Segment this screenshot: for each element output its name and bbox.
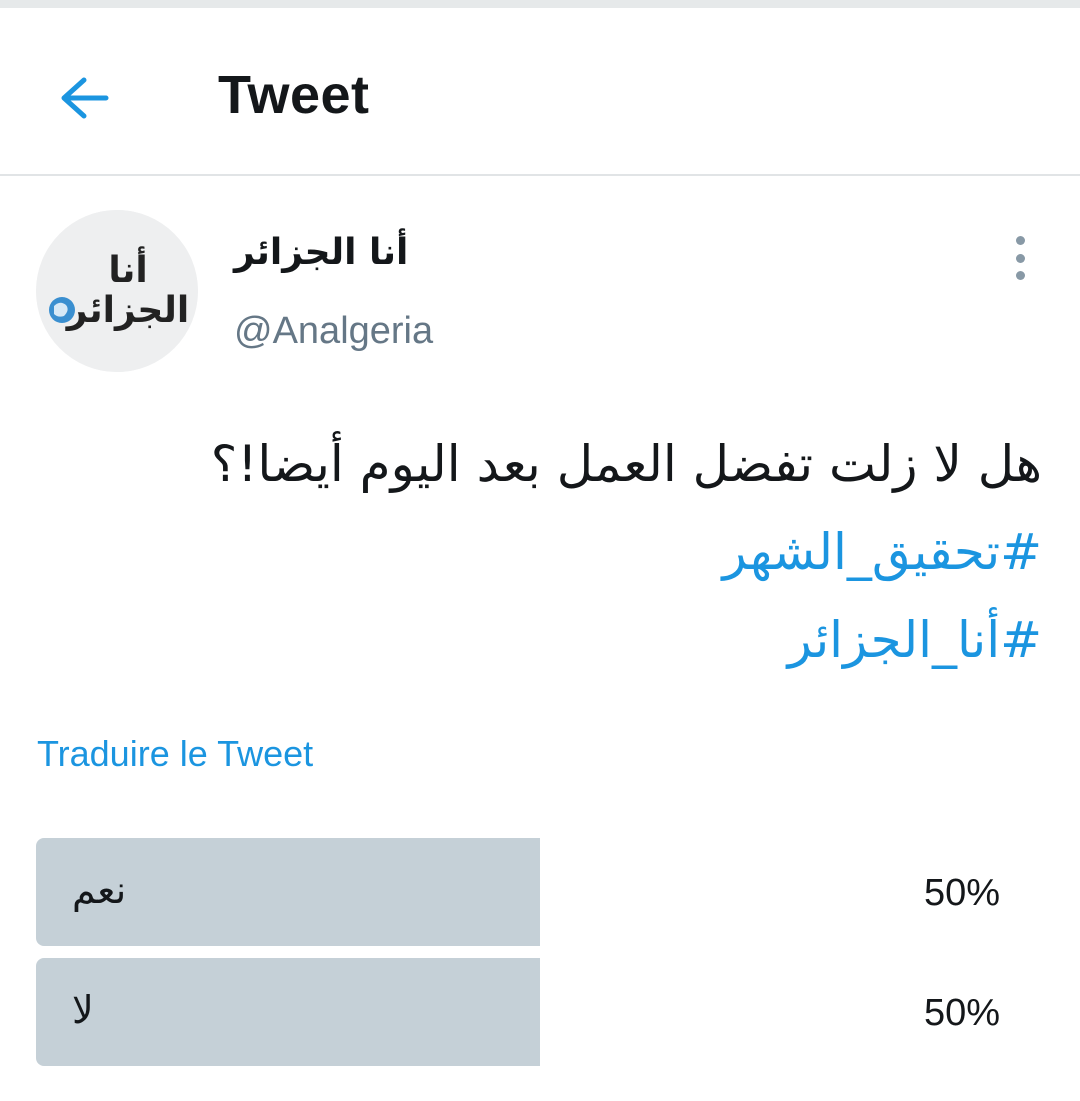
poll-result-bar	[36, 958, 540, 1066]
author-handle[interactable]: @Analgeria	[234, 310, 433, 353]
author-name[interactable]: أنا الجزائر	[234, 232, 408, 273]
poll-option-percent: 50%	[923, 872, 1000, 914]
poll-option-label: نعم	[72, 868, 127, 912]
page-title: Tweet	[218, 65, 370, 125]
svg-text:الجزائر: الجزائر	[65, 290, 189, 331]
translate-tweet-link[interactable]: Traduire le Tweet	[37, 733, 313, 775]
logo-image: أنا الجزائر	[36, 210, 198, 372]
more-dot-icon	[1015, 253, 1025, 263]
back-button[interactable]	[52, 66, 116, 130]
hashtag-link[interactable]: #تحقيق_الشهر	[42, 508, 1042, 596]
more-dot-icon	[1015, 236, 1025, 245]
more-dot-icon	[1015, 271, 1025, 280]
poll-option-label: لا	[72, 988, 94, 1032]
poll-option-percent: 50%	[923, 992, 1000, 1034]
svg-text:أنا: أنا	[108, 246, 147, 291]
poll-option[interactable]: لا 50%	[36, 958, 1044, 1066]
tweet-text-line: هل لا زلت تفضل العمل بعد اليوم أيضا!؟	[210, 435, 1042, 493]
avatar[interactable]: أنا الجزائر	[36, 210, 198, 372]
more-options-button[interactable]	[1000, 236, 1040, 280]
app-header: Tweet	[0, 8, 1080, 176]
tweet-text: هل لا زلت تفضل العمل بعد اليوم أيضا!؟ #ت…	[42, 420, 1042, 684]
status-strip	[0, 0, 1080, 8]
hashtag-link[interactable]: #أنا_الجزائر	[42, 596, 1042, 684]
arrow-left-icon	[61, 77, 109, 119]
poll-option[interactable]: نعم 50%	[36, 838, 1044, 946]
